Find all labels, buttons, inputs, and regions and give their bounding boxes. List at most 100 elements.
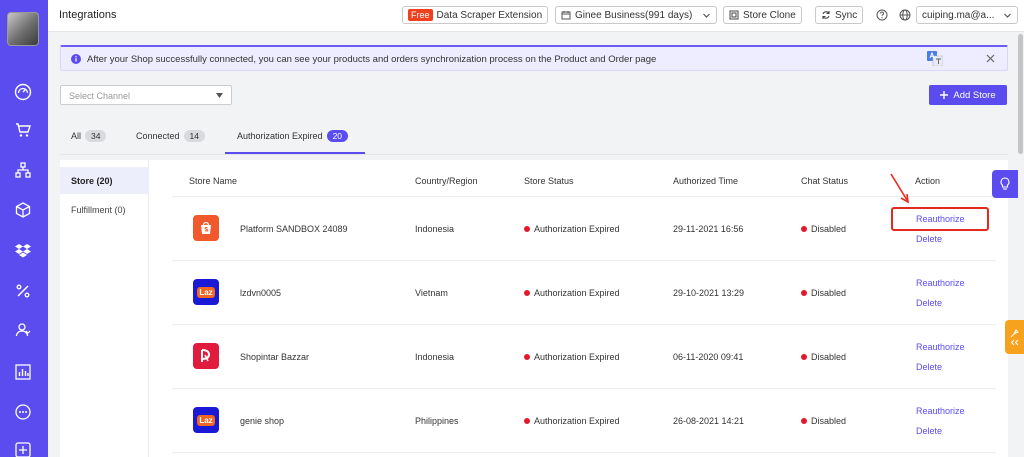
data-scraper-label: Data Scraper Extension [436, 9, 543, 21]
page-title: Integrations [59, 9, 117, 21]
tab-count-badge: 34 [85, 130, 107, 142]
hierarchy-icon[interactable] [11, 158, 35, 182]
lazada-logo-icon: Laz [193, 407, 219, 433]
reauthorize-link[interactable]: Reauthorize [916, 278, 965, 288]
user-account-dropdown[interactable]: cuiping.ma@a... [916, 6, 1018, 24]
scrollbar-thumb[interactable] [1018, 34, 1023, 154]
close-icon[interactable] [986, 54, 995, 65]
store-status-cell: Authorization Expired [524, 416, 620, 426]
sync-button[interactable]: Sync [815, 6, 864, 24]
status-dot [524, 354, 530, 360]
country-cell: Vietnam [415, 288, 448, 298]
store-name: lzdvn0005 [240, 288, 282, 298]
status-dot [524, 290, 530, 296]
channel-select[interactable]: Select Channel [60, 85, 232, 105]
status-dot [801, 418, 807, 424]
globe-icon[interactable] [899, 9, 911, 23]
country-cell: Philippines [415, 416, 459, 426]
status-dot [524, 418, 530, 424]
assistant-icon [1010, 329, 1019, 338]
left-sidebar [0, 0, 48, 457]
box-icon[interactable] [11, 198, 35, 222]
chat-status-cell: Disabled [801, 416, 846, 426]
free-badge: Free [408, 9, 433, 21]
chevron-down-icon [1004, 13, 1011, 18]
annotation-arrow-icon [890, 173, 909, 204]
active-tab-indicator [225, 152, 365, 154]
sync-icon [822, 11, 830, 19]
store-type-nav: Store (20) Fulfillment (0) [60, 160, 149, 457]
info-icon [71, 54, 81, 64]
status-dot [801, 290, 807, 296]
assistant-widget[interactable] [1005, 320, 1024, 354]
add-store-button[interactable]: Add Store [929, 85, 1007, 105]
calendar-icon [561, 11, 571, 20]
tab-label: Connected [136, 131, 180, 141]
notice-text: After your Shop successfully connected, … [87, 54, 657, 65]
percent-icon[interactable] [11, 279, 35, 303]
store-tabs: All 34 Connected 14 Authorization Expire… [60, 120, 1008, 155]
translate-icon[interactable] [927, 51, 944, 67]
store-name: Shopintar Bazzar [240, 352, 310, 362]
reauthorize-link[interactable]: Reauthorize [916, 406, 965, 416]
column-header-action: Action [915, 176, 941, 186]
delete-link[interactable]: Delete [916, 426, 942, 436]
data-scraper-button[interactable]: Free Data Scraper Extension [402, 6, 549, 24]
help-icon[interactable] [876, 9, 888, 23]
dropbox-icon[interactable] [11, 238, 35, 262]
store-name: genie shop [240, 416, 285, 426]
tab-count-badge: 14 [183, 130, 206, 142]
authorized-time-cell: 29-10-2021 13:29 [673, 288, 745, 298]
column-header-store-status: Store Status [524, 176, 574, 186]
chevron-down-icon [703, 13, 710, 18]
delete-link[interactable]: Delete [916, 362, 942, 372]
cart-icon[interactable] [11, 118, 35, 142]
column-header-authorized-time: Authorized Time [673, 176, 739, 186]
chat-status-cell: Disabled [801, 224, 846, 234]
reauthorize-link[interactable]: Reauthorize [916, 342, 965, 352]
table-row: Platform SANDBOX 24089 Indonesia Authori… [172, 197, 996, 261]
authorized-time-cell: 29-11-2021 16:56 [673, 224, 744, 234]
dashboard-icon[interactable] [11, 80, 35, 104]
tab-connected[interactable]: Connected 14 [136, 130, 206, 142]
store-clone-button[interactable]: Store Clone [723, 6, 802, 24]
store-status-cell: Authorization Expired [524, 352, 620, 362]
lightbulb-icon[interactable] [992, 170, 1018, 198]
status-dot [801, 354, 807, 360]
tab-count-badge: 20 [326, 130, 349, 142]
avatar[interactable] [7, 12, 39, 46]
top-header: Integrations Free Data Scraper Extension… [48, 0, 1024, 32]
shopintar-logo-icon [193, 343, 219, 369]
table-row: Shopintar Bazzar Indonesia Authorization… [172, 325, 996, 389]
table-row: Laz lzdvn0005 Vietnam Authorization Expi… [172, 261, 996, 325]
store-name: Platform SANDBOX 24089 [240, 224, 348, 234]
chat-status-cell: Disabled [801, 288, 846, 298]
status-dot [801, 226, 807, 232]
store-list-panel: Store (20) Fulfillment (0) Store Name Co… [60, 160, 1008, 457]
add-store-label: Add Store [953, 89, 996, 101]
delete-link[interactable]: Delete [916, 298, 942, 308]
store-clone-label: Store Clone [743, 9, 796, 21]
sync-label: Sync [835, 9, 858, 21]
business-plan-dropdown[interactable]: Ginee Business(991 days) [555, 6, 717, 24]
column-header-chat-status: Chat Status [801, 176, 849, 186]
lazada-logo-icon: Laz [193, 279, 219, 305]
tab-authorization-expired[interactable]: Authorization Expired 20 [237, 130, 349, 142]
authorized-time-cell: 06-11-2020 09:41 [673, 352, 744, 362]
table-row: Laz genie shop Philippines Authorization… [172, 389, 996, 453]
users-icon[interactable] [11, 318, 35, 342]
status-dot [524, 226, 530, 232]
store-status-cell: Authorization Expired [524, 288, 620, 298]
sync-notice-banner: After your Shop successfully connected, … [60, 45, 1008, 71]
nav-item-fulfillment[interactable]: Fulfillment (0) [60, 196, 149, 223]
column-header-store-name: Store Name [189, 176, 238, 186]
bar-chart-icon[interactable] [11, 360, 35, 384]
caret-down-icon [216, 93, 223, 98]
shopee-logo-icon [193, 215, 219, 241]
chat-icon[interactable] [11, 400, 35, 424]
plus-square-icon[interactable] [11, 438, 35, 457]
nav-item-store[interactable]: Store (20) [60, 167, 149, 194]
delete-link[interactable]: Delete [916, 234, 942, 244]
tab-all[interactable]: All 34 [71, 130, 107, 142]
store-clone-icon [729, 10, 739, 20]
